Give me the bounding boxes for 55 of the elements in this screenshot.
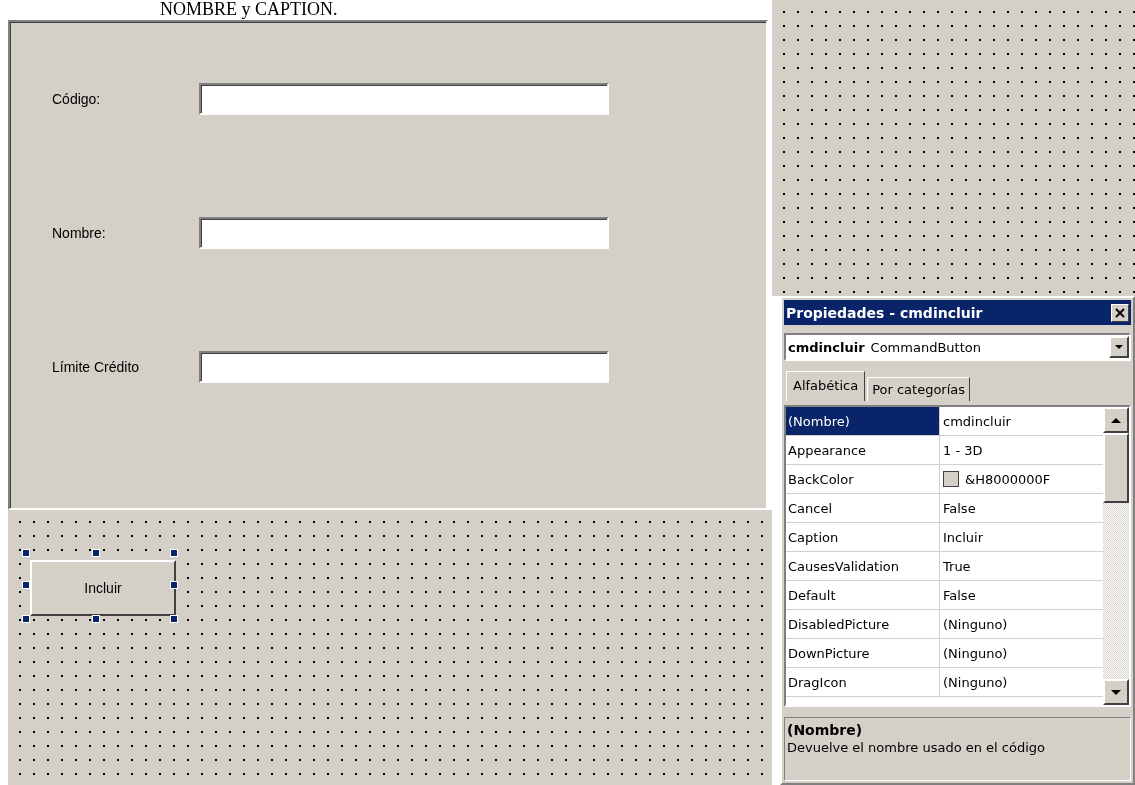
color-swatch <box>943 471 959 487</box>
scroll-thumb[interactable] <box>1103 433 1129 503</box>
scrollbar[interactable] <box>1103 407 1129 705</box>
property-name[interactable]: (Nombre) <box>786 407 940 435</box>
text-field[interactable] <box>199 217 609 249</box>
property-value[interactable]: (Ninguno) <box>940 639 1103 667</box>
selection-handle[interactable] <box>92 615 100 623</box>
window-title: Propiedades - cmdincluir <box>786 304 983 321</box>
property-name[interactable]: DownPicture <box>786 639 940 667</box>
property-value[interactable]: &H8000000F <box>940 465 1103 493</box>
object-name: cmdincluir <box>788 339 865 355</box>
tab[interactable]: Alfabética <box>786 371 866 401</box>
object-type: CommandButton <box>870 339 982 355</box>
dropdown-button[interactable] <box>1109 336 1129 358</box>
selection-handle[interactable] <box>170 615 178 623</box>
property-name[interactable]: Cancel <box>786 494 940 522</box>
command-button[interactable]: Incluir <box>30 560 176 616</box>
property-name[interactable]: Default <box>786 581 940 609</box>
scroll-down-button[interactable] <box>1103 679 1129 705</box>
property-value[interactable]: (Ninguno) <box>940 610 1103 638</box>
property-value[interactable]: False <box>940 581 1103 609</box>
selection-handle[interactable] <box>22 581 30 589</box>
selection-handle[interactable] <box>22 549 30 557</box>
selection-handle[interactable] <box>170 581 178 589</box>
property-value[interactable]: False <box>940 494 1103 522</box>
property-name[interactable]: DragIcon <box>786 668 940 696</box>
property-value[interactable]: cmdincluir <box>940 407 1103 435</box>
caret-icon <box>1115 345 1123 349</box>
property-name[interactable]: BackColor <box>786 465 940 493</box>
property-value[interactable]: (Ninguno) <box>940 668 1103 696</box>
tab[interactable]: Por categorías <box>867 377 971 401</box>
close-icon <box>1115 307 1125 318</box>
up-arrow-icon <box>1111 417 1121 423</box>
selection-handle[interactable] <box>170 549 178 557</box>
down-arrow-icon <box>1111 689 1121 695</box>
field-label: Código: <box>52 91 102 107</box>
selection-handle[interactable] <box>22 615 30 623</box>
property-name[interactable]: Appearance <box>786 436 940 464</box>
description-text: Devuelve el nombre usado en el código <box>787 740 1046 755</box>
object-dropdown[interactable]: cmdincluir CommandButton <box>784 333 1131 361</box>
selection-handle[interactable] <box>92 549 100 557</box>
text-field[interactable] <box>199 83 609 115</box>
property-value[interactable]: Incluir <box>940 523 1103 551</box>
scroll-up-button[interactable] <box>1103 407 1129 433</box>
description-title: (Nombre) <box>787 722 864 738</box>
property-name[interactable]: DisabledPicture <box>786 610 940 638</box>
close-button[interactable] <box>1111 303 1129 322</box>
property-name[interactable]: CausesValidation <box>786 552 940 580</box>
heading-text: NOMBRE y CAPTION. <box>159 0 339 20</box>
text-field[interactable] <box>199 351 609 383</box>
field-label: Límite Crédito <box>52 359 141 375</box>
field-label: Nombre: <box>52 225 107 241</box>
property-name[interactable]: Caption <box>786 523 940 551</box>
property-value[interactable]: 1 - 3D <box>940 436 1103 464</box>
property-value[interactable]: True <box>940 552 1103 580</box>
